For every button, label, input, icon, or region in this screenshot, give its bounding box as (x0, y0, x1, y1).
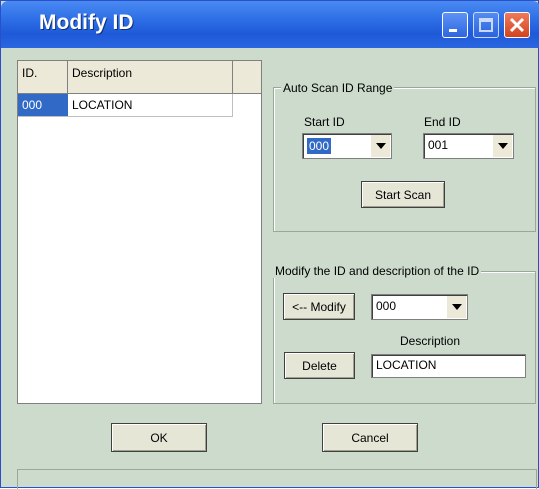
start-id-select[interactable]: 000 (302, 133, 392, 159)
title-bar[interactable]: Modify ID (1, 1, 539, 48)
description-label: Description (400, 334, 461, 348)
auto-scan-group-label: Auto Scan ID Range (281, 81, 395, 95)
modify-id-window: Modify ID ID. Description 000 LOCATION A… (0, 0, 539, 489)
maximize-icon (479, 18, 493, 32)
end-id-value: 001 (428, 138, 449, 152)
modify-button[interactable]: <-- Modify (283, 293, 355, 320)
column-header-description[interactable]: Description (68, 61, 233, 94)
id-list[interactable]: ID. Description 000 LOCATION (17, 60, 262, 404)
column-header-id[interactable]: ID. (18, 61, 68, 94)
description-input[interactable]: LOCATION (371, 354, 526, 378)
delete-button[interactable]: Delete (284, 352, 355, 379)
start-id-label: Start ID (304, 115, 345, 129)
minimize-icon (449, 29, 457, 32)
row-description[interactable]: LOCATION (68, 94, 233, 116)
modify-group-label: Modify the ID and description of the ID (273, 264, 482, 278)
ok-button[interactable]: OK (111, 423, 207, 452)
window-title: Modify ID (39, 11, 134, 34)
auto-scan-group (273, 87, 536, 232)
start-id-value: 000 (305, 137, 333, 155)
column-header-filler (233, 61, 261, 94)
close-icon (509, 17, 525, 33)
modify-id-dropdown-button[interactable] (446, 296, 466, 318)
start-id-dropdown-button[interactable] (370, 135, 390, 157)
close-button[interactable] (504, 12, 530, 38)
minimize-button[interactable] (442, 12, 468, 38)
row-id[interactable]: 000 (18, 94, 68, 116)
row-divider (18, 116, 233, 117)
maximize-button[interactable] (473, 12, 499, 38)
modify-id-value: 000 (376, 299, 397, 313)
end-id-label: End ID (424, 115, 461, 129)
modify-id-select[interactable]: 000 (371, 294, 468, 320)
chevron-down-icon (376, 143, 386, 149)
chevron-down-icon (498, 143, 508, 149)
end-id-dropdown-button[interactable] (492, 135, 512, 157)
start-scan-button[interactable]: Start Scan (361, 181, 445, 208)
status-bar (17, 469, 537, 489)
cancel-button[interactable]: Cancel (322, 423, 418, 452)
end-id-select[interactable]: 001 (423, 133, 514, 159)
chevron-down-icon (452, 304, 462, 310)
